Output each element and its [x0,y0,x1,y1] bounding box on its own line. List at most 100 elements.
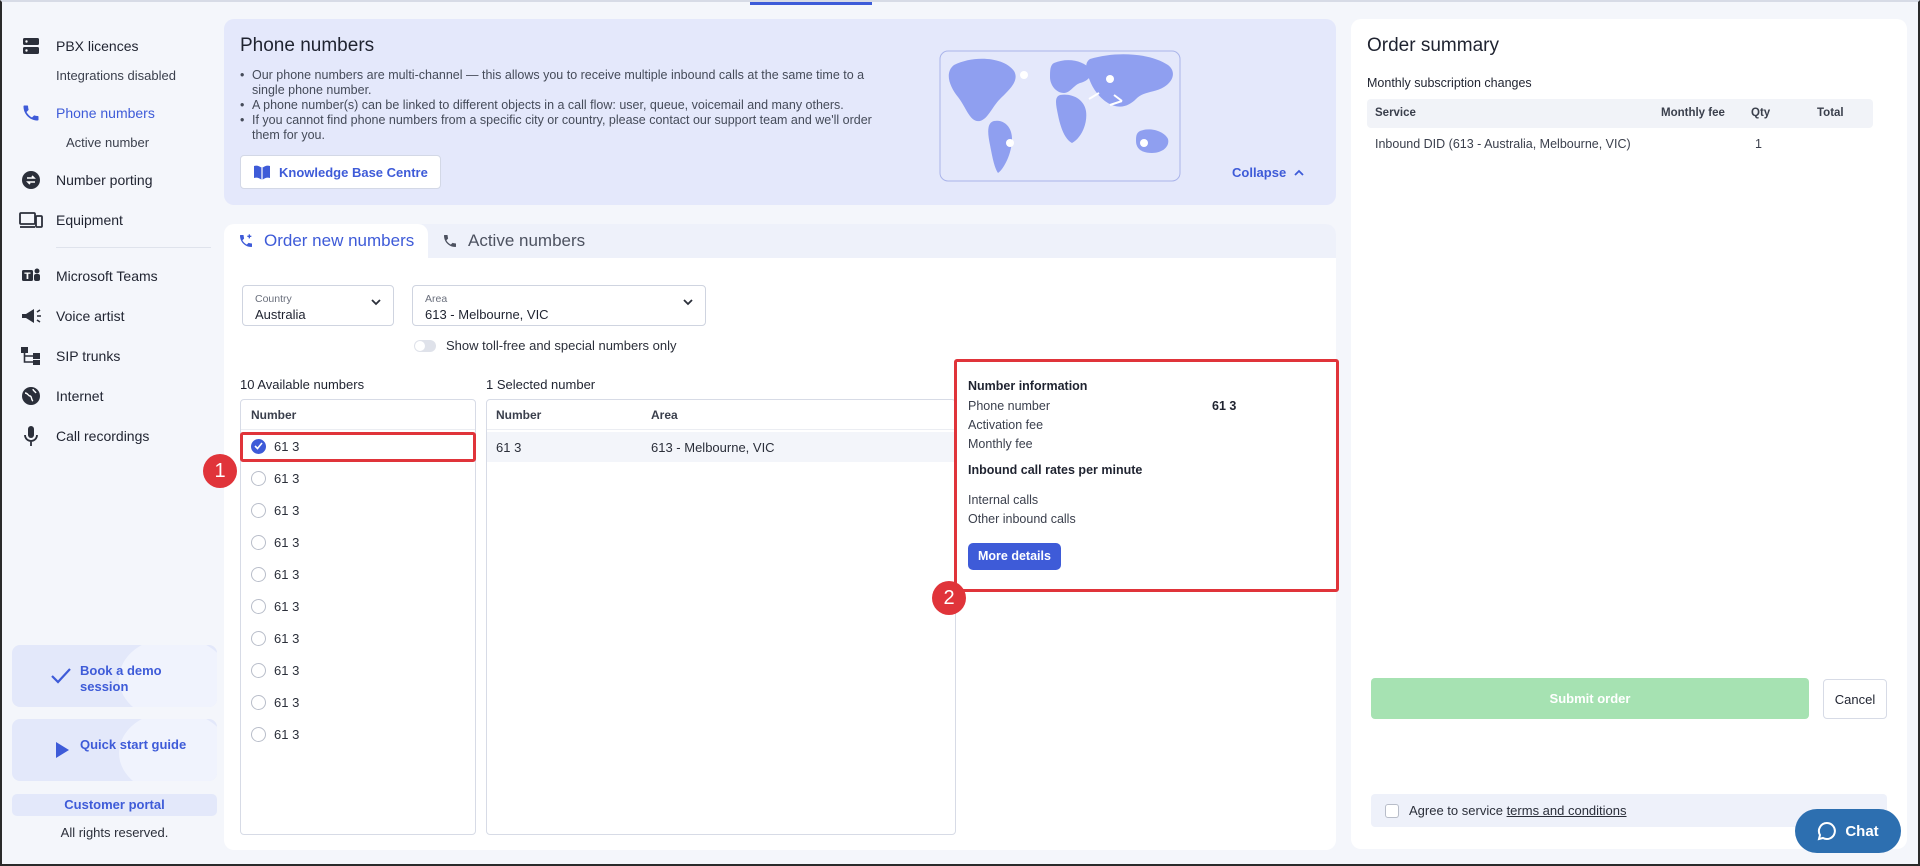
selected-col-area: Area [651,407,678,422]
available-number-label: 61 3 [274,630,300,646]
chat-label: Chat [1845,822,1879,840]
number-checkbox[interactable] [251,726,266,742]
sidebar-item-pbx-licences[interactable]: PBX licences [18,32,138,60]
porting-icon [18,170,44,190]
devices-icon [18,210,44,230]
number-checkbox[interactable] [251,470,266,486]
number-checkbox[interactable] [251,630,266,646]
available-number-row[interactable]: 61 3 [241,590,475,622]
available-number-row[interactable]: 61 3 [241,526,475,558]
available-number-row[interactable]: 61 3 [241,558,475,590]
sidebar-item-number-porting[interactable]: Number porting [18,166,153,194]
available-number-row[interactable]: 61 3 [241,494,475,526]
sidebar-item-voice-artist[interactable]: Voice artist [18,302,124,330]
collapse-button[interactable]: Collapse [1232,165,1304,180]
agree-text: Agree to service terms and conditions [1409,803,1627,818]
number-checkbox[interactable] [251,502,266,518]
sidebar-item-microsoft-teams[interactable]: T Microsoft Teams [18,262,158,290]
submit-order-button[interactable]: Submit order [1371,678,1809,719]
sidebar-item-label: Equipment [56,212,123,228]
summary-table-row: Inbound DID (613 - Australia, Melbourne,… [1367,129,1873,159]
sidebar-item-equipment[interactable]: Equipment [18,206,123,234]
chat-button[interactable]: Chat [1795,809,1901,853]
available-number-row[interactable]: 61 3 [241,654,475,686]
available-number-label: 61 3 [274,726,300,742]
selected-numbers-title: 1 Selected number [486,377,596,392]
number-checkbox[interactable] [251,662,266,678]
available-number-row[interactable]: 61 3 [241,462,475,494]
chat-bubble-icon [1817,821,1837,841]
col-qty: Qty [1751,107,1771,119]
terms-checkbox[interactable] [1385,803,1399,818]
sidebar-item-internet[interactable]: Internet [18,382,103,410]
bullet-item: A phone number(s) can be linked to diffe… [240,98,900,113]
info-banner: Phone numbers Our phone numbers are mult… [224,19,1336,205]
area-select[interactable]: Area 613 - Melbourne, VIC [412,285,706,326]
order-summary-panel: Order summary Monthly subscription chang… [1351,19,1907,849]
monthly-fee-label: Monthly fee [968,437,1033,451]
chevron-up-icon [1294,169,1304,176]
world-map-illustration [939,50,1181,182]
knowledge-base-label: Knowledge Base Centre [279,164,428,180]
area-label: Area [425,293,448,305]
server-icon [18,36,44,56]
copyright-text: All rights reserved. [60,825,169,840]
tab-bar: Order new numbers Active numbers [224,224,1336,258]
other-inbound-label: Other inbound calls [968,512,1076,526]
customer-portal-link[interactable]: Customer portal [12,794,217,816]
available-number-row[interactable]: 61 3 [241,686,475,718]
inbound-rates-title: Inbound call rates per minute [968,463,1143,477]
available-number-label: 61 3 [274,534,300,550]
teams-icon: T [18,266,44,286]
sidebar-item-phone-numbers[interactable]: Phone numbers [18,99,155,127]
quick-start-label: Quick start guide [80,737,187,752]
row-qty: 1 [1755,137,1762,151]
sidebar-item-sip-trunks[interactable]: SIP trunks [18,342,120,370]
number-checkbox[interactable] [251,566,266,582]
page-title: Phone numbers [240,35,375,56]
available-number-label: 61 3 [274,502,300,518]
available-number-row[interactable]: 61 3 [241,718,475,750]
country-value: Australia [255,307,306,322]
available-number-label: 61 3 [274,566,300,582]
number-checkbox[interactable] [251,534,266,550]
selected-col-number: Number [496,407,542,422]
available-numbers-list: Number 61 3 61 3 61 3 61 3 61 3 61 3 61 3 61 3 6… [240,399,476,835]
megaphone-icon [18,306,44,326]
knowledge-base-button[interactable]: Knowledge Base Centre [240,155,441,189]
col-monthly-fee: Monthly fee [1661,107,1725,119]
sip-icon [18,346,44,366]
sidebar-sub-active-number[interactable]: Active number [66,135,149,150]
sidebar-sub-integrations[interactable]: Integrations disabled [56,68,176,83]
sidebar-item-label: PBX licences [56,38,139,54]
tab-active-numbers[interactable]: Active numbers [428,224,599,258]
country-select[interactable]: Country Australia [242,285,394,326]
check-icon [51,668,71,684]
tab-order-new-numbers[interactable]: Order new numbers [224,224,429,258]
number-checkbox[interactable] [251,598,266,614]
selected-row[interactable]: 61 3 613 - Melbourne, VIC [487,432,955,462]
sidebar-item-call-recordings[interactable]: Call recordings [18,422,149,450]
available-header: Number [241,400,475,430]
cancel-button[interactable]: Cancel [1823,679,1887,719]
quick-start-card[interactable]: Quick start guide [12,719,217,781]
phone-number-value: 61 3 [1212,399,1237,413]
info-bullets: Our phone numbers are multi-channel — th… [240,68,900,143]
chevron-down-icon [371,299,381,306]
agree-prefix: Agree to service [1409,803,1503,818]
play-icon [56,742,69,758]
sidebar-item-label: SIP trunks [56,348,121,364]
tab-label: Active numbers [468,231,586,250]
available-number-row[interactable]: 61 3 [241,622,475,654]
country-label: Country [255,293,292,305]
col-service: Service [1375,107,1416,119]
summary-table-header: Service Monthly fee Qty Total [1367,99,1873,128]
toll-free-toggle[interactable] [414,339,436,352]
number-checkbox[interactable] [251,694,266,710]
terms-link[interactable]: terms and conditions [1507,803,1627,818]
book-demo-card[interactable]: Book a demo session [12,645,217,707]
microphone-icon [18,426,44,446]
selected-row-number: 61 3 [496,439,522,455]
more-details-button[interactable]: More details [968,543,1061,570]
sidebar: PBX licences Integrations disabled Phone… [4,22,217,842]
